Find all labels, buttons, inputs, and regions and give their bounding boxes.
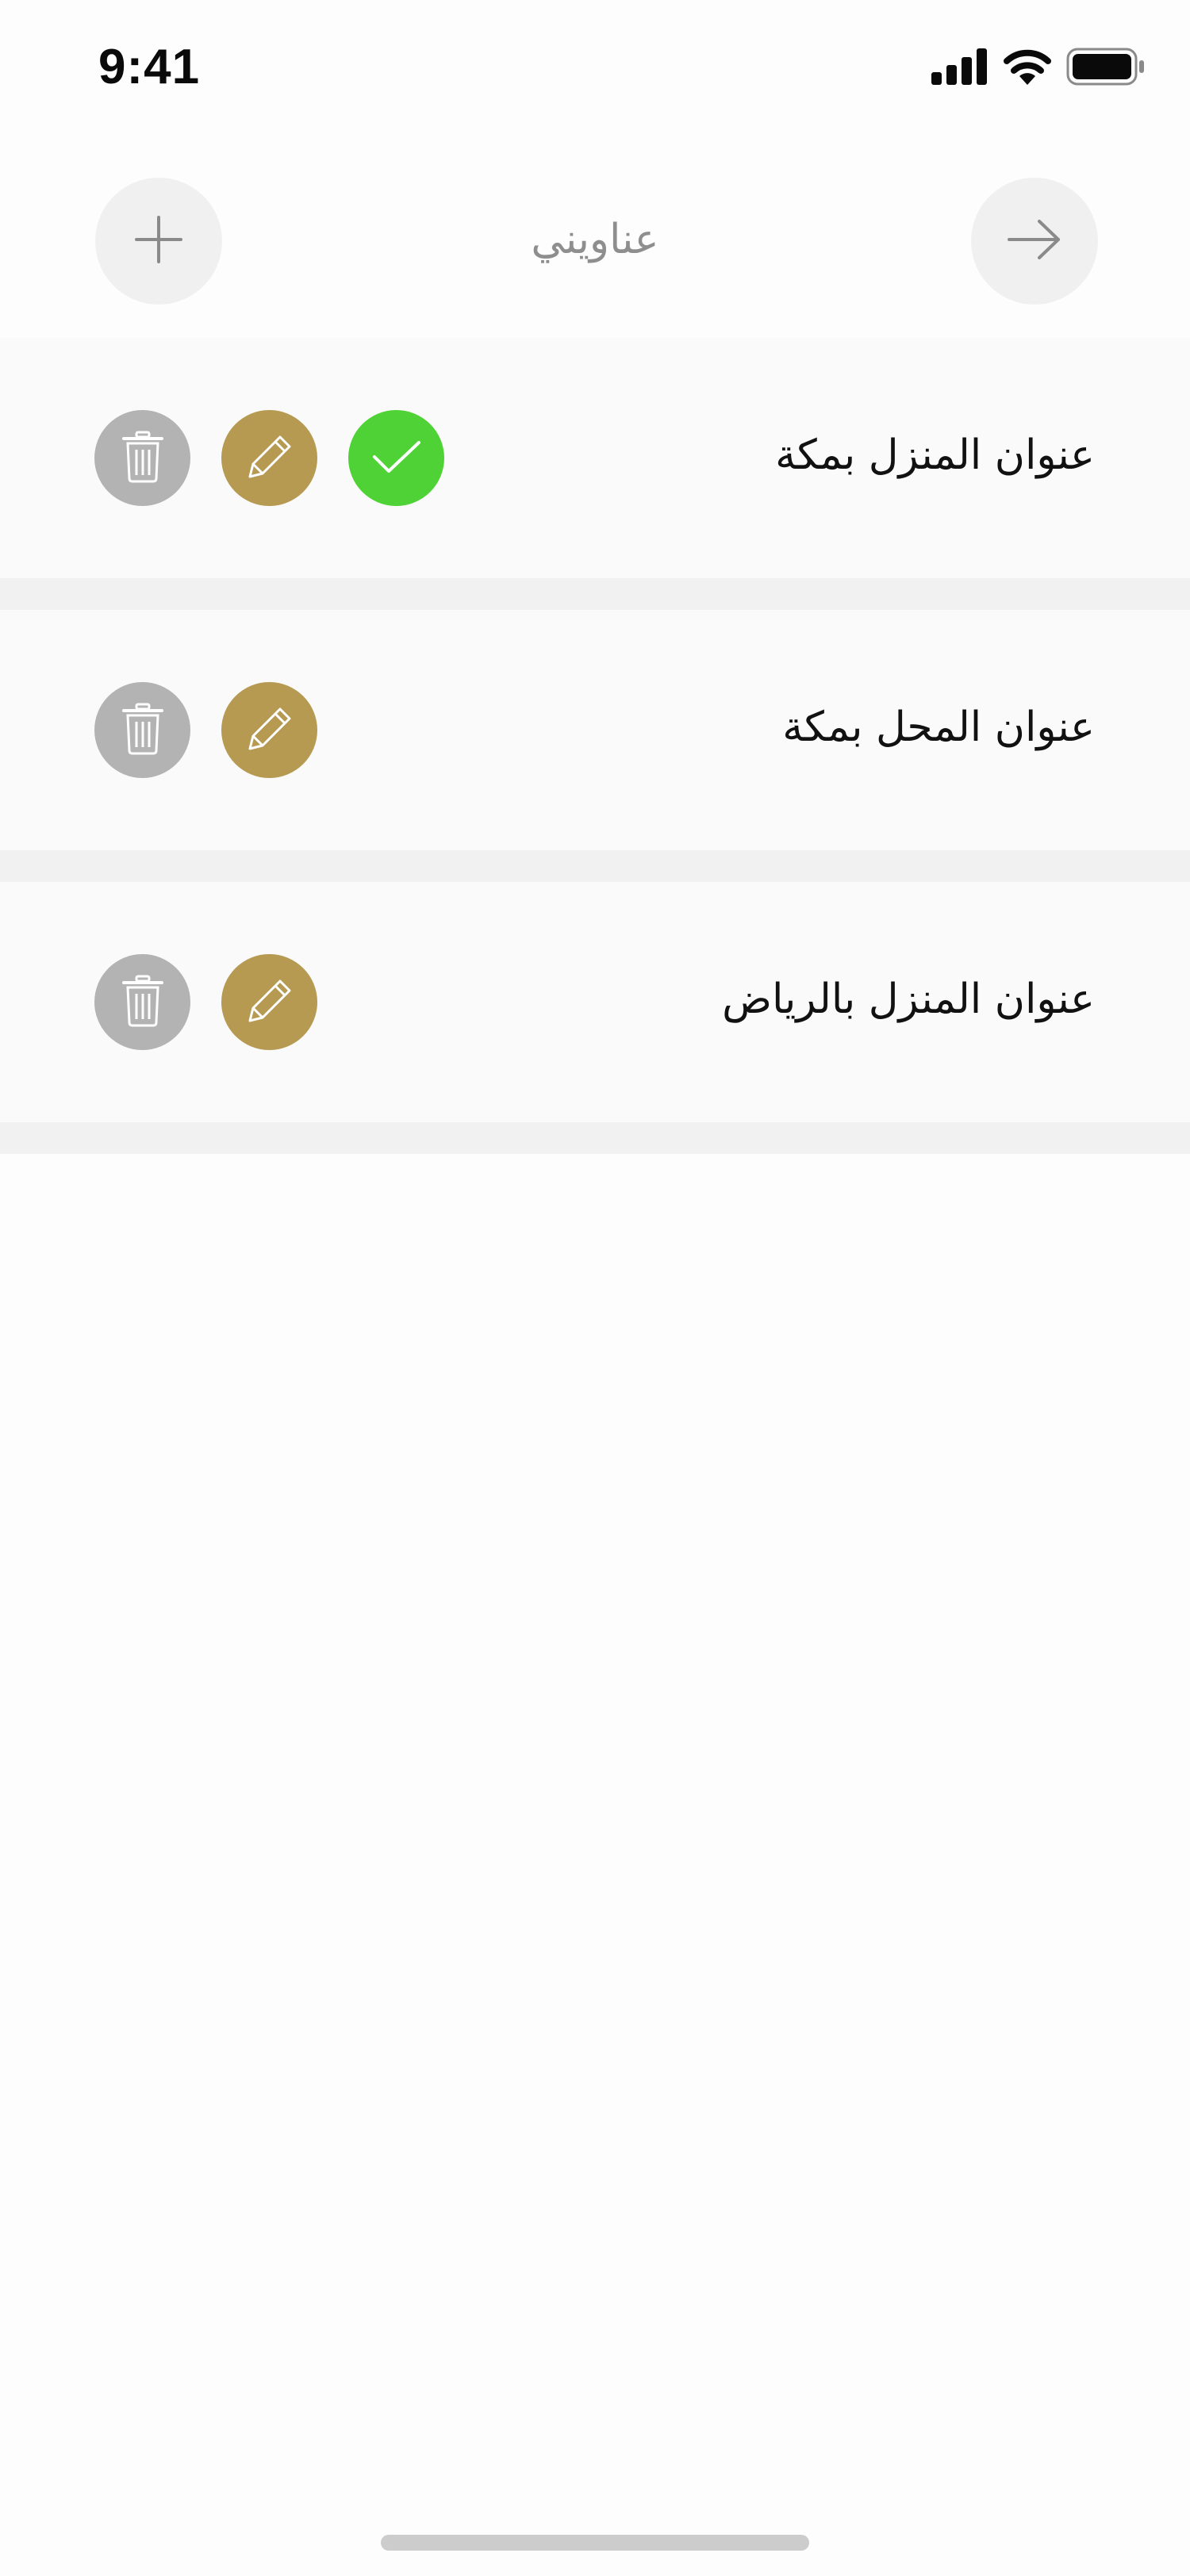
trash-icon — [121, 703, 165, 758]
home-indicator — [381, 2535, 809, 2551]
address-name: عنوان المنزل بمكة — [775, 431, 1095, 479]
address-row[interactable]: عنوان المنزل بمكة — [0, 338, 1190, 578]
pencil-icon — [244, 703, 296, 758]
address-row[interactable]: عنوان المنزل بالرياض — [0, 882, 1190, 1122]
row-separator — [0, 1122, 1190, 1154]
status-time: 9:41 — [98, 40, 201, 94]
status-icons — [931, 48, 1146, 89]
checkmark-icon — [371, 438, 422, 479]
back-button[interactable] — [971, 178, 1098, 305]
delete-address-button[interactable] — [94, 682, 190, 778]
address-list: عنوان المنزل بمكة عنوان المحل بمكة عنوان… — [0, 338, 1190, 1154]
wifi-icon — [1003, 48, 1052, 88]
trash-icon — [121, 431, 165, 486]
edit-address-button[interactable] — [221, 410, 317, 506]
pencil-icon — [244, 431, 296, 486]
address-name: عنوان المحل بمكة — [782, 703, 1095, 751]
selected-address-button[interactable] — [348, 410, 444, 506]
row-separator — [0, 850, 1190, 882]
delete-address-button[interactable] — [94, 410, 190, 506]
cellular-signal-icon — [931, 48, 988, 88]
row-separator — [0, 578, 1190, 610]
trash-icon — [121, 975, 165, 1030]
battery-icon — [1066, 48, 1146, 89]
address-name: عنوان المنزل بالرياض — [722, 976, 1095, 1023]
pencil-icon — [244, 975, 296, 1030]
status-bar: 9:41 — [0, 0, 1190, 140]
edit-address-button[interactable] — [221, 682, 317, 778]
arrow-right-icon — [1006, 217, 1063, 265]
header: عناويني — [0, 140, 1190, 338]
delete-address-button[interactable] — [94, 954, 190, 1050]
edit-address-button[interactable] — [221, 954, 317, 1050]
address-row[interactable]: عنوان المحل بمكة — [0, 610, 1190, 850]
